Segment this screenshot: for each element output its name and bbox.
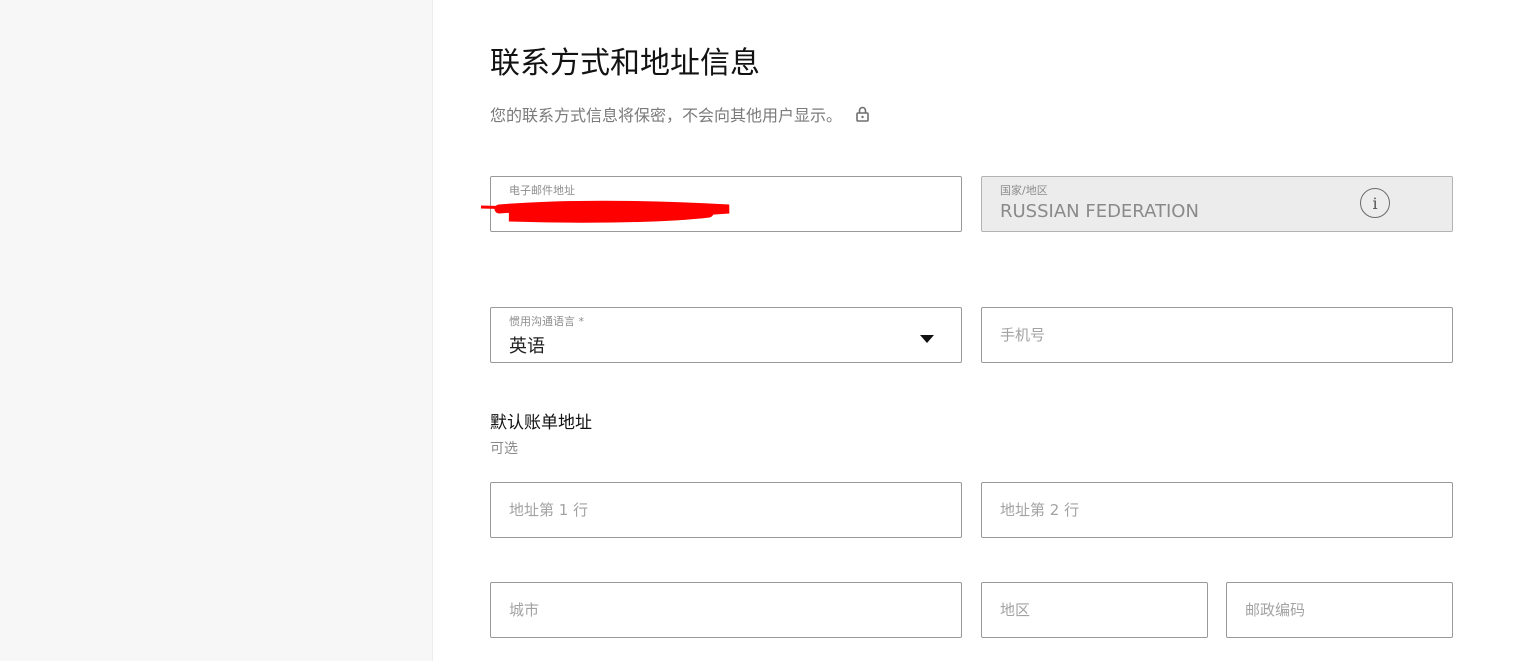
- region-field[interactable]: [981, 582, 1208, 638]
- phone-input[interactable]: [982, 308, 1452, 362]
- language-label: 惯用沟通语言 *: [509, 315, 584, 328]
- chevron-down-icon[interactable]: [920, 335, 934, 343]
- sidebar: [0, 0, 433, 661]
- language-value: 英语: [509, 336, 545, 357]
- postal-code-field[interactable]: [1226, 582, 1453, 638]
- address-line2-field[interactable]: [981, 482, 1453, 538]
- postal-code-input[interactable]: [1227, 583, 1452, 637]
- privacy-note: 您的联系方式信息将保密，不会向其他用户显示。: [490, 102, 869, 126]
- privacy-note-text: 您的联系方式信息将保密，不会向其他用户显示。: [490, 106, 843, 125]
- address-line2-input[interactable]: [982, 483, 1452, 537]
- lock-icon: [856, 106, 869, 122]
- page: 联系方式和地址信息 您的联系方式信息将保密，不会向其他用户显示。 电子邮件地址: [0, 0, 1523, 661]
- language-select[interactable]: 惯用沟通语言 * 英语: [490, 307, 962, 363]
- info-icon[interactable]: i: [1360, 188, 1390, 218]
- region-input[interactable]: [982, 583, 1207, 637]
- main-content: 联系方式和地址信息 您的联系方式信息将保密，不会向其他用户显示。 电子邮件地址: [433, 0, 1523, 661]
- country-label: 国家/地区: [1000, 184, 1048, 197]
- country-value: RUSSIAN FEDERATION: [1000, 201, 1199, 222]
- email-label: 电子邮件地址: [509, 184, 575, 197]
- redaction-scribble: [480, 200, 730, 223]
- country-field: 国家/地区 RUSSIAN FEDERATION i: [981, 176, 1453, 232]
- address-line1-field[interactable]: [490, 482, 962, 538]
- email-field[interactable]: 电子邮件地址: [480, 176, 962, 232]
- page-title: 联系方式和地址信息: [490, 46, 760, 81]
- city-input[interactable]: [491, 583, 961, 637]
- city-field[interactable]: [490, 582, 962, 638]
- billing-section-title: 默认账单地址: [490, 413, 592, 433]
- billing-optional-note: 可选: [490, 441, 518, 457]
- address-line1-input[interactable]: [491, 483, 961, 537]
- phone-field[interactable]: [981, 307, 1453, 363]
